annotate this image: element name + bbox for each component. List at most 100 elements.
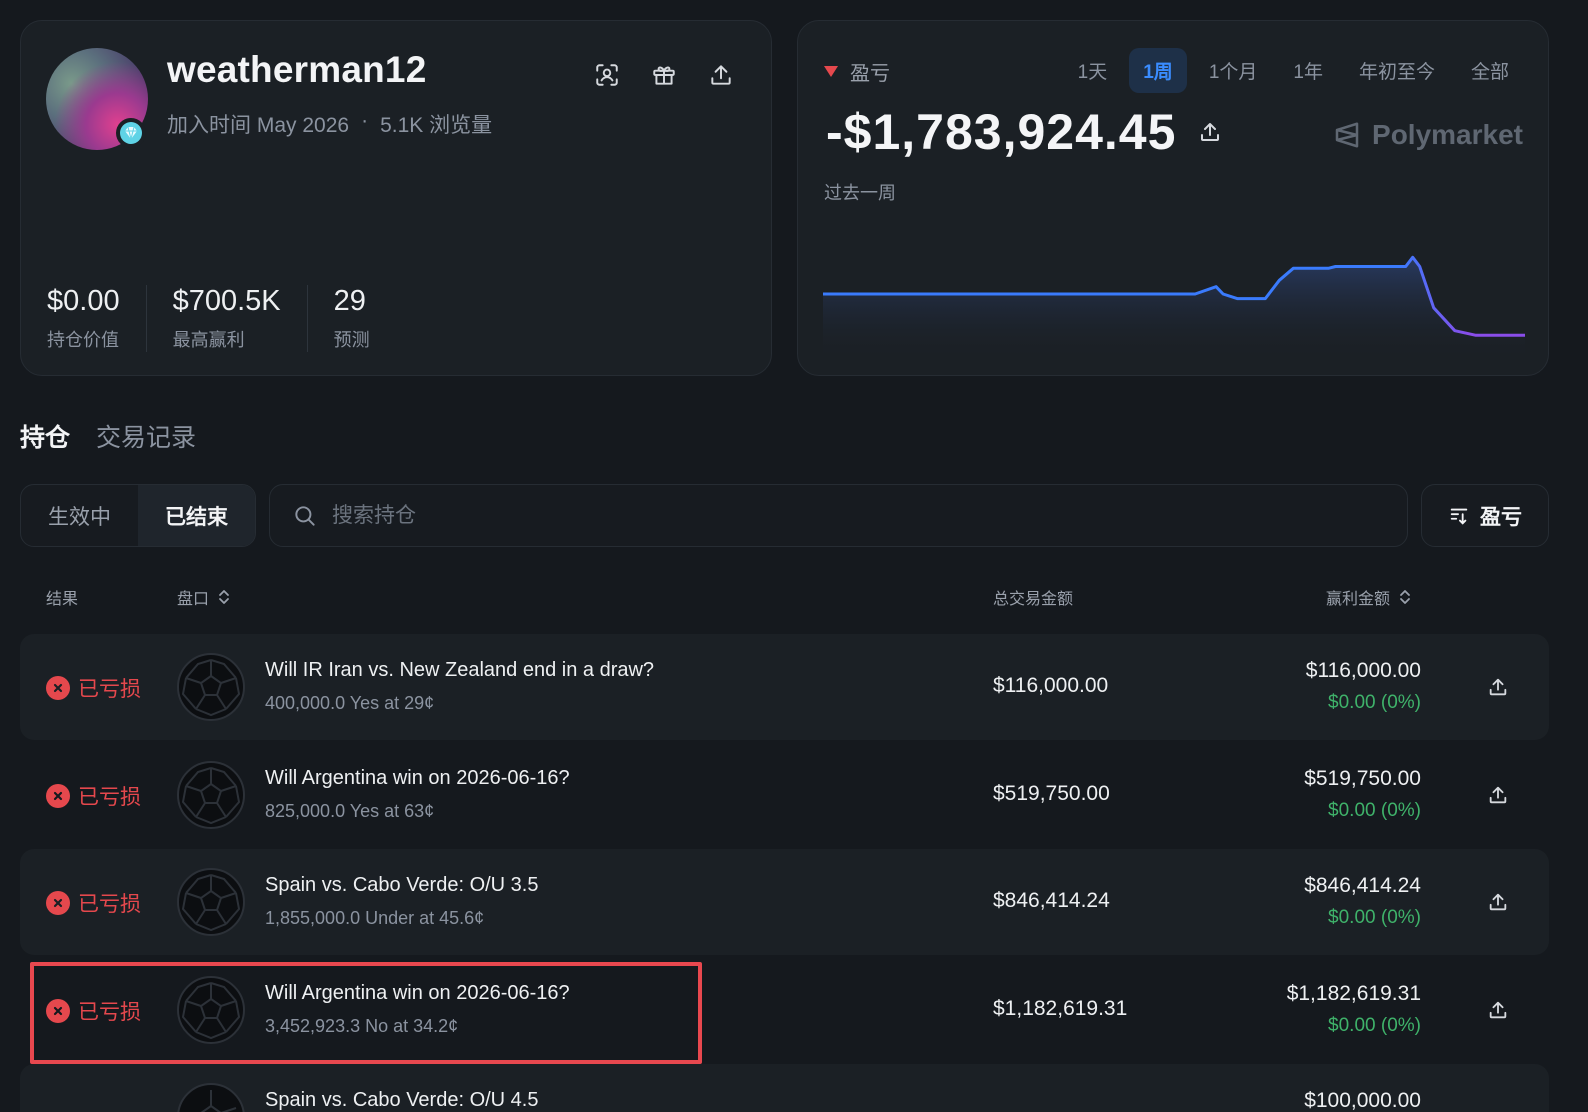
search-icon <box>292 503 318 529</box>
win-amount: $100,000.00 <box>1304 1089 1421 1112</box>
stat-label: 持仓价值 <box>47 330 119 350</box>
share-pnl-icon[interactable] <box>1198 120 1222 144</box>
close-circle-icon <box>46 999 70 1023</box>
range-1y[interactable]: 1年 <box>1279 48 1337 93</box>
status-filter: 生效中 已结束 <box>20 484 256 547</box>
position-detail: 1,855,000.0 Under at 45.6¢ <box>265 908 485 928</box>
pnl-card: 盈亏 1天 1周 1个月 1年 年初至今 全部 -$1,783,924.45 P… <box>797 20 1549 376</box>
header-win[interactable]: 赢利金额 <box>1326 585 1412 609</box>
table-row[interactable]: 已亏损 Will Argentina win on 2026-06-16? 82… <box>20 742 1549 848</box>
market-title[interactable]: Will Argentina win on 2026-06-16? <box>265 982 570 1005</box>
range-1d[interactable]: 1天 <box>1064 48 1122 93</box>
pnl-value: -$1,783,924.45 <box>826 104 1177 160</box>
filter-closed[interactable]: 已结束 <box>138 485 255 546</box>
market-title[interactable]: Will IR Iran vs. New Zealand end in a dr… <box>265 659 654 682</box>
chart-area <box>823 257 1525 361</box>
range-1m[interactable]: 1个月 <box>1195 48 1272 93</box>
close-circle-icon <box>46 891 70 915</box>
close-circle-icon <box>46 784 70 808</box>
win-amount: $116,000.00 <box>1305 659 1421 682</box>
stat-positions-value: $0.00 持仓价值 <box>47 285 147 352</box>
stat-value: $0.00 <box>47 285 120 317</box>
tab-positions[interactable]: 持仓 <box>20 418 70 454</box>
total-amount: $846,414.24 <box>993 889 1110 912</box>
share-icon[interactable] <box>705 59 737 91</box>
joined-date: 加入时间 May 2026 <box>167 114 350 137</box>
win-amount: $1,182,619.31 <box>1286 982 1421 1005</box>
stat-biggest-win: $700.5K 最高赢利 <box>173 285 308 352</box>
status-label: 已亏损 <box>78 786 141 809</box>
status-label: 已亏损 <box>78 893 141 916</box>
share-icon[interactable] <box>1485 889 1511 915</box>
header-result-label: 结果 <box>46 591 79 608</box>
header-total-label: 总交易金额 <box>993 591 1074 608</box>
market-title[interactable]: Spain vs. Cabo Verde: O/U 4.5 <box>265 1089 539 1112</box>
search-input[interactable] <box>332 503 1232 528</box>
search-box <box>269 484 1408 547</box>
scan-icon[interactable] <box>591 59 623 91</box>
total-amount: $519,750.00 <box>993 782 1110 805</box>
stat-predictions: 29 预测 <box>334 285 396 352</box>
status-badge: 已亏损 <box>46 996 141 1026</box>
total-amount: $116,000.00 <box>993 674 1109 697</box>
table-row[interactable]: 已亏损 Will IR Iran vs. New Zealand end in … <box>20 634 1549 740</box>
table-row[interactable]: 已亏损 Spain vs. Cabo Verde: O/U 3.5 1,855,… <box>20 849 1549 955</box>
sort-label: 盈亏 <box>1480 505 1522 529</box>
header-total: 总交易金额 <box>993 585 1073 609</box>
diamond-badge-icon <box>116 118 146 148</box>
table-row[interactable]: 已亏损 Will Argentina win on 2026-06-16? 3,… <box>20 957 1549 1063</box>
win-amount: $846,414.24 <box>1304 874 1421 897</box>
view-count: 5.1K 浏览量 <box>380 114 493 137</box>
soccer-ball-icon <box>177 1083 245 1112</box>
range-ytd[interactable]: 年初至今 <box>1345 48 1449 93</box>
share-icon[interactable] <box>1485 782 1511 808</box>
market-title[interactable]: Spain vs. Cabo Verde: O/U 3.5 <box>265 874 539 897</box>
market-title[interactable]: Will Argentina win on 2026-06-16? <box>265 767 570 790</box>
polymarket-logo: Polymarket <box>1332 119 1523 151</box>
win-amount: $519,750.00 <box>1304 767 1421 790</box>
table-row[interactable]: Spain vs. Cabo Verde: O/U 4.5 $100,000.0… <box>20 1064 1549 1112</box>
status-badge: 已亏损 <box>46 673 141 703</box>
stat-label: 预测 <box>333 330 370 350</box>
position-detail: 825,000.0 Yes at 63¢ <box>265 801 435 821</box>
position-detail: 3,452,923.3 No at 34.2¢ <box>265 1016 459 1036</box>
tab-activity[interactable]: 交易记录 <box>96 418 196 454</box>
meta-separator: · <box>361 109 369 132</box>
pnl-value-group: -$1,783,924.45 <box>826 103 1222 161</box>
sort-toggle-icon <box>1398 588 1412 606</box>
total-amount: $1,182,619.31 <box>993 997 1128 1020</box>
sort-button[interactable]: 盈亏 <box>1421 484 1549 547</box>
range-all[interactable]: 全部 <box>1457 48 1523 93</box>
soccer-ball-icon <box>177 868 245 936</box>
stat-value: 29 <box>333 285 366 317</box>
filter-active[interactable]: 生效中 <box>21 485 138 546</box>
header-market[interactable]: 盘口 <box>177 585 231 609</box>
profile-meta: 加入时间 May 2026 · 5.1K 浏览量 <box>167 109 492 139</box>
range-selector: 1天 1周 1个月 1年 年初至今 全部 <box>1064 48 1523 93</box>
down-triangle-icon <box>824 66 838 77</box>
status-label: 已亏损 <box>78 678 141 701</box>
main-tabs: 持仓 交易记录 <box>20 418 196 454</box>
status-badge: 已亏损 <box>46 781 141 811</box>
win-change: $0.00 (0%) <box>1328 1015 1421 1036</box>
win-change: $0.00 (0%) <box>1328 800 1421 821</box>
win-change: $0.00 (0%) <box>1328 692 1421 713</box>
pnl-label-group: 盈亏 <box>824 57 890 86</box>
header-market-label: 盘口 <box>177 591 210 608</box>
share-icon[interactable] <box>1485 997 1511 1023</box>
range-1w[interactable]: 1周 <box>1129 48 1187 93</box>
stat-label: 最高赢利 <box>172 330 245 350</box>
profile-card: weatherman12 加入时间 May 2026 · 5.1K 浏览量 $0… <box>20 20 772 376</box>
soccer-ball-icon <box>177 976 245 1044</box>
sort-toggle-icon <box>217 588 231 606</box>
header-win-label: 赢利金额 <box>1326 591 1391 608</box>
status-badge: 已亏损 <box>46 888 141 918</box>
sort-icon <box>1448 505 1470 527</box>
gift-icon[interactable] <box>648 59 680 91</box>
close-circle-icon <box>46 676 70 700</box>
soccer-ball-icon <box>177 761 245 829</box>
stat-value: $700.5K <box>172 285 281 317</box>
win-change: $0.00 (0%) <box>1328 907 1421 928</box>
position-detail: 400,000.0 Yes at 29¢ <box>265 693 435 713</box>
share-icon[interactable] <box>1485 674 1511 700</box>
